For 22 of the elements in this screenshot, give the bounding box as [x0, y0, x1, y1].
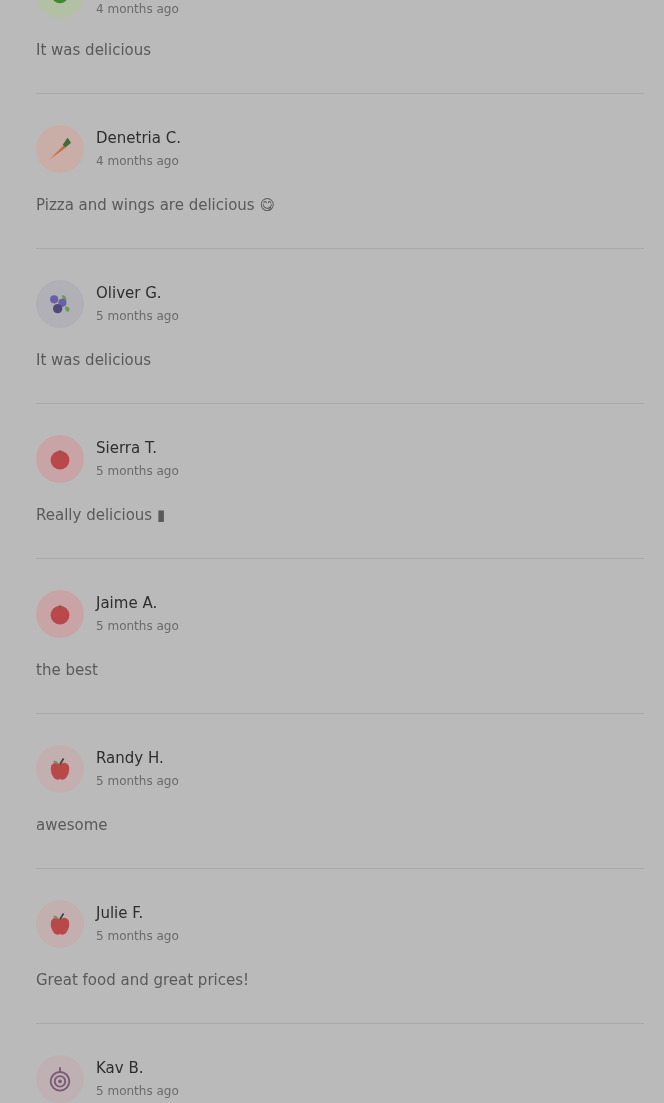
reviewer-name: Randy H. [96, 748, 165, 768]
review-time: 5 months ago [96, 308, 179, 325]
reviewer-name: Jaime A. [96, 593, 159, 613]
reviewer-name: Oliver G. [96, 283, 163, 303]
review-comment: Really delicious ▮ [36, 505, 166, 526]
review-time: 5 months ago [96, 773, 179, 790]
review-comment: the best [36, 660, 98, 681]
reviewer-name: Sierra T. [96, 438, 159, 458]
review-time: 5 months ago [96, 928, 179, 945]
review-time: 4 months ago [96, 153, 180, 170]
reviewer-name: Denetria C. [96, 128, 181, 148]
reviewer-name: Kav B. [96, 1058, 145, 1078]
review-time: 4 months ago [96, 1, 179, 18]
reviewer-name: Julie F. [96, 903, 145, 923]
review-comment: It was delicious [36, 40, 152, 61]
review-time: 5 months ago [96, 1083, 179, 1100]
review-comment: Pizza and wings are delicious 😋 [36, 195, 276, 216]
review-time: 5 months ago [96, 463, 179, 480]
review-comment: awesome [36, 815, 108, 836]
review-time: 5 months ago [96, 618, 179, 635]
review-comment: Great food and great prices! [36, 970, 250, 991]
review-comment: It was delicious [36, 350, 152, 371]
